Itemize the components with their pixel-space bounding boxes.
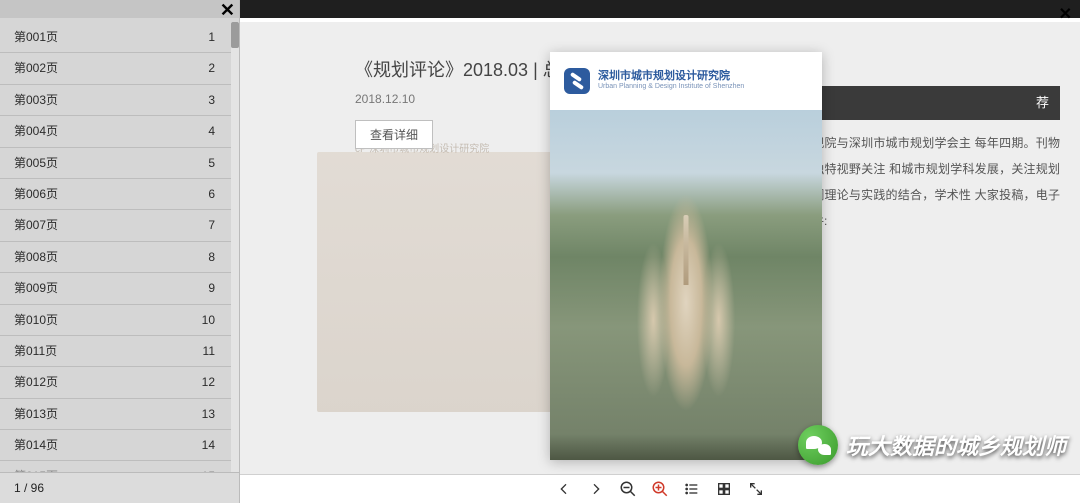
page-item-number: 9 <box>208 273 215 303</box>
page-item-label: 第002页 <box>14 53 58 83</box>
page-list-item[interactable]: 第004页 4 <box>0 116 231 147</box>
sidebar-close-icon[interactable]: ✕ <box>220 0 235 21</box>
thumbnails-icon[interactable] <box>715 480 733 498</box>
page-item-label: 第005页 <box>14 148 58 178</box>
page-item-number: 8 <box>208 242 215 272</box>
page-item-number: 2 <box>208 53 215 83</box>
prev-page-icon[interactable] <box>555 480 573 498</box>
fullscreen-icon[interactable] <box>747 480 765 498</box>
institute-logo-icon <box>564 68 590 94</box>
page-item-number: 4 <box>208 116 215 146</box>
page-list-item[interactable]: 第002页 2 <box>0 53 231 84</box>
sidebar-scrollbar[interactable] <box>231 22 239 473</box>
magazine-page-preview[interactable]: 深圳市城市规划设计研究院 Urban Planning & Design Ins… <box>550 52 822 460</box>
cover-title: 深圳市城市规划设计研究院 Urban Planning & Design Ins… <box>598 70 744 92</box>
page-item-label: 第011页 <box>14 336 57 366</box>
page-item-label: 第007页 <box>14 210 58 240</box>
wechat-account-name: 玩大数据的城乡规划师 <box>846 429 1066 461</box>
page-list-item[interactable]: 第005页 5 <box>0 148 231 179</box>
page-list-item[interactable]: 第001页 1 <box>0 22 231 53</box>
page-list[interactable]: 第001页1第002页2第003页3第004页4第005页5第006页6第007… <box>0 22 231 473</box>
page-item-label: 第010页 <box>14 305 58 335</box>
page-item-label: 第009页 <box>14 273 58 303</box>
wechat-logo-icon <box>798 425 838 465</box>
article-thumbnail[interactable] <box>317 152 577 412</box>
page-list-item[interactable]: 第006页 6 <box>0 179 231 210</box>
page-item-label: 第006页 <box>14 179 58 209</box>
page-list-item[interactable]: 第014页 14 <box>0 430 231 461</box>
page-item-number: 1 <box>208 22 215 52</box>
wechat-watermark: 玩大数据的城乡规划师 <box>798 425 1066 465</box>
page-list-item[interactable]: 第013页 13 <box>0 399 231 430</box>
page-item-number: 12 <box>202 367 215 397</box>
close-icon[interactable]: ✕ <box>1059 4 1072 24</box>
page-item-number: 5 <box>208 148 215 178</box>
page-item-label: 第003页 <box>14 85 58 115</box>
zoom-out-icon[interactable] <box>619 480 637 498</box>
page-counter: 1 / 96 <box>0 472 239 503</box>
page-item-label: 第014页 <box>14 430 58 460</box>
viewer-toolbar <box>240 474 1080 503</box>
cover-image <box>550 110 822 460</box>
zoom-in-icon[interactable] <box>651 480 669 498</box>
cover-title-cn: 深圳市城市规划设计研究院 <box>598 70 730 82</box>
page-list-sidebar: ✕ 第001页1第002页2第003页3第004页4第005页5第006页6第0… <box>0 0 240 503</box>
page-item-label: 第012页 <box>14 367 58 397</box>
page-list-item[interactable]: 第012页 12 <box>0 367 231 398</box>
page-item-number: 7 <box>208 210 215 240</box>
sidebar-header-char: 荐 <box>800 95 1049 110</box>
page-item-label: 第013页 <box>14 399 58 429</box>
page-item-number: 6 <box>208 179 215 209</box>
page-list-item[interactable]: 第008页 8 <box>0 242 231 273</box>
page-item-number: 11 <box>203 336 215 366</box>
page-list-item[interactable]: 第007页 7 <box>0 210 231 241</box>
toc-icon[interactable] <box>683 480 701 498</box>
sidebar-header-bar: 荐 <box>800 86 1060 120</box>
next-page-icon[interactable] <box>587 480 605 498</box>
page-list-item[interactable]: 第003页 3 <box>0 85 231 116</box>
page-item-label: 第008页 <box>14 242 58 272</box>
sidebar-scroll-thumb[interactable] <box>231 22 239 48</box>
page-item-label: 第004页 <box>14 116 58 146</box>
page-list-item[interactable]: 第011页 11 <box>0 336 231 367</box>
article-excerpt: 深规院与深圳市城市规划学会主 每年四期。刊物以独特视野关注 和城市规划学科发展，… <box>800 130 1060 234</box>
page-item-number: 13 <box>202 399 215 429</box>
view-detail-button[interactable]: 查看详细 <box>355 120 433 149</box>
page-list-item[interactable]: 第010页 10 <box>0 305 231 336</box>
page-item-number: 3 <box>208 85 215 115</box>
page-item-number: 14 <box>202 430 215 460</box>
page-item-label: 第001页 <box>14 22 58 52</box>
cover-title-en: Urban Planning & Design Institute of She… <box>598 83 744 91</box>
page-item-number: 10 <box>202 305 215 335</box>
cover-header: 深圳市城市规划设计研究院 Urban Planning & Design Ins… <box>550 52 822 110</box>
page-list-item[interactable]: 第009页 9 <box>0 273 231 304</box>
